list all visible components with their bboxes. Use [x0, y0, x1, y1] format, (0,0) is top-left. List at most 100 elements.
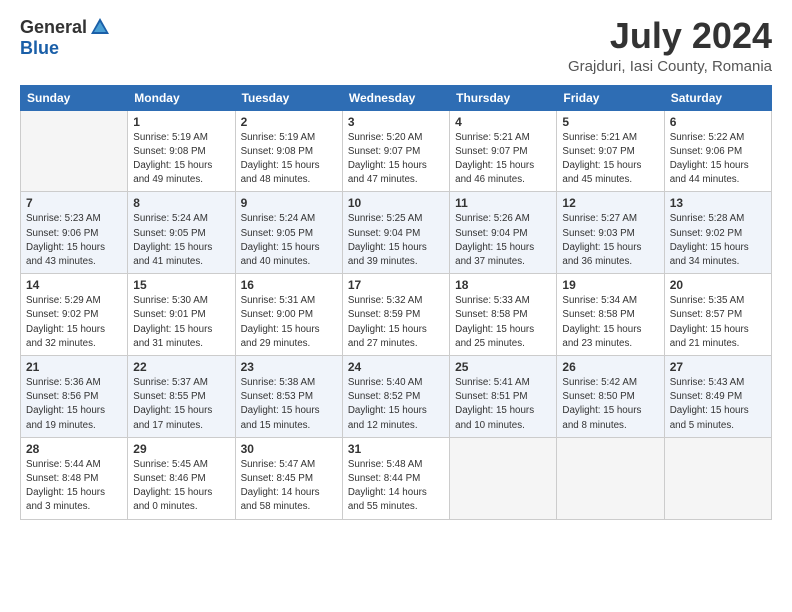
calendar-col-header-saturday: Saturday [664, 85, 771, 110]
day-info: Sunrise: 5:33 AM Sunset: 8:58 PM Dayligh… [455, 294, 551, 351]
day-number: 17 [348, 278, 444, 292]
calendar-col-header-monday: Monday [128, 85, 235, 110]
calendar-cell: 6 Sunrise: 5:22 AM Sunset: 9:06 PM Daylig… [664, 110, 771, 192]
calendar-cell: 17 Sunrise: 5:32 AM Sunset: 8:59 PM Dayli… [342, 274, 449, 356]
day-number: 12 [562, 196, 658, 210]
day-number: 22 [133, 360, 229, 374]
day-number: 30 [241, 442, 337, 456]
day-number: 4 [455, 115, 551, 129]
day-info: Sunrise: 5:24 AM Sunset: 9:05 PM Dayligh… [241, 212, 337, 269]
calendar-cell: 18 Sunrise: 5:33 AM Sunset: 8:58 PM Dayli… [450, 274, 557, 356]
page: General Blue July 2024 Grajduri, Iasi Co… [0, 0, 792, 612]
calendar-cell: 31 Sunrise: 5:48 AM Sunset: 8:44 PM Dayli… [342, 437, 449, 519]
calendar-table: SundayMondayTuesdayWednesdayThursdayFrid… [20, 85, 772, 520]
calendar-cell: 25 Sunrise: 5:41 AM Sunset: 8:51 PM Dayli… [450, 356, 557, 438]
day-number: 21 [26, 360, 122, 374]
month-year-title: July 2024 [568, 16, 772, 56]
title-section: July 2024 Grajduri, Iasi County, Romania [568, 16, 772, 75]
calendar-cell: 2 Sunrise: 5:19 AM Sunset: 9:08 PM Daylig… [235, 110, 342, 192]
calendar-week-row: 21 Sunrise: 5:36 AM Sunset: 8:56 PM Dayli… [21, 356, 772, 438]
calendar-cell: 29Sunrise: 5:45 AM Sunset: 8:46 PM Dayli… [128, 437, 235, 519]
day-info: Sunrise: 5:21 AM Sunset: 9:07 PM Dayligh… [562, 131, 658, 188]
day-info: Sunrise: 5:29 AM Sunset: 9:02 PM Dayligh… [26, 294, 122, 351]
day-info: Sunrise: 5:19 AM Sunset: 9:08 PM Dayligh… [133, 131, 229, 188]
day-number: 14 [26, 278, 122, 292]
day-number: 26 [562, 360, 658, 374]
day-info: Sunrise: 5:28 AM Sunset: 9:02 PM Dayligh… [670, 212, 766, 269]
calendar-week-row: 7 Sunrise: 5:23 AM Sunset: 9:06 PM Daylig… [21, 192, 772, 274]
day-number: 6 [670, 115, 766, 129]
day-number: 7 [26, 196, 122, 210]
calendar-week-row: 14 Sunrise: 5:29 AM Sunset: 9:02 PM Dayli… [21, 274, 772, 356]
day-info: Sunrise: 5:38 AM Sunset: 8:53 PM Dayligh… [241, 376, 337, 433]
calendar-week-row: 28Sunrise: 5:44 AM Sunset: 8:48 PM Dayli… [21, 437, 772, 519]
day-number: 3 [348, 115, 444, 129]
day-number: 13 [670, 196, 766, 210]
location-text: Grajduri, Iasi County, Romania [568, 58, 772, 75]
calendar-cell: 30 Sunrise: 5:47 AM Sunset: 8:45 PM Dayli… [235, 437, 342, 519]
calendar-cell: 15 Sunrise: 5:30 AM Sunset: 9:01 PM Dayli… [128, 274, 235, 356]
day-number: 24 [348, 360, 444, 374]
day-info: Sunrise: 5:34 AM Sunset: 8:58 PM Dayligh… [562, 294, 658, 351]
calendar-cell: 9 Sunrise: 5:24 AM Sunset: 9:05 PM Daylig… [235, 192, 342, 274]
day-info: Sunrise: 5:25 AM Sunset: 9:04 PM Dayligh… [348, 212, 444, 269]
day-info: Sunrise: 5:31 AM Sunset: 9:00 PM Dayligh… [241, 294, 337, 351]
calendar-col-header-thursday: Thursday [450, 85, 557, 110]
calendar-cell: 7 Sunrise: 5:23 AM Sunset: 9:06 PM Daylig… [21, 192, 128, 274]
day-number: 9 [241, 196, 337, 210]
day-number: 5 [562, 115, 658, 129]
calendar-cell: 11 Sunrise: 5:26 AM Sunset: 9:04 PM Dayli… [450, 192, 557, 274]
day-number: 31 [348, 442, 444, 456]
day-number: 1 [133, 115, 229, 129]
calendar-cell [450, 437, 557, 519]
day-number: 11 [455, 196, 551, 210]
logo: General Blue [20, 16, 111, 59]
calendar-cell: 1 Sunrise: 5:19 AM Sunset: 9:08 PM Daylig… [128, 110, 235, 192]
day-info: Sunrise: 5:47 AM Sunset: 8:45 PM Dayligh… [241, 458, 337, 515]
calendar-week-row: 1 Sunrise: 5:19 AM Sunset: 9:08 PM Daylig… [21, 110, 772, 192]
calendar-header-row: SundayMondayTuesdayWednesdayThursdayFrid… [21, 85, 772, 110]
logo-blue-text: Blue [20, 38, 59, 58]
day-number: 19 [562, 278, 658, 292]
day-info: Sunrise: 5:32 AM Sunset: 8:59 PM Dayligh… [348, 294, 444, 351]
calendar-cell: 13 Sunrise: 5:28 AM Sunset: 9:02 PM Dayli… [664, 192, 771, 274]
day-info: Sunrise: 5:26 AM Sunset: 9:04 PM Dayligh… [455, 212, 551, 269]
calendar-cell: 5 Sunrise: 5:21 AM Sunset: 9:07 PM Daylig… [557, 110, 664, 192]
calendar-cell: 16Sunrise: 5:31 AM Sunset: 9:00 PM Dayli… [235, 274, 342, 356]
day-number: 15 [133, 278, 229, 292]
day-info: Sunrise: 5:27 AM Sunset: 9:03 PM Dayligh… [562, 212, 658, 269]
day-info: Sunrise: 5:35 AM Sunset: 8:57 PM Dayligh… [670, 294, 766, 351]
logo-general-text: General [20, 17, 87, 38]
calendar-cell: 10Sunrise: 5:25 AM Sunset: 9:04 PM Dayli… [342, 192, 449, 274]
day-number: 27 [670, 360, 766, 374]
day-info: Sunrise: 5:22 AM Sunset: 9:06 PM Dayligh… [670, 131, 766, 188]
day-info: Sunrise: 5:48 AM Sunset: 8:44 PM Dayligh… [348, 458, 444, 515]
header: General Blue July 2024 Grajduri, Iasi Co… [20, 16, 772, 75]
calendar-col-header-friday: Friday [557, 85, 664, 110]
day-info: Sunrise: 5:41 AM Sunset: 8:51 PM Dayligh… [455, 376, 551, 433]
calendar-cell: 12 Sunrise: 5:27 AM Sunset: 9:03 PM Dayli… [557, 192, 664, 274]
day-number: 18 [455, 278, 551, 292]
day-info: Sunrise: 5:21 AM Sunset: 9:07 PM Dayligh… [455, 131, 551, 188]
day-info: Sunrise: 5:36 AM Sunset: 8:56 PM Dayligh… [26, 376, 122, 433]
day-info: Sunrise: 5:30 AM Sunset: 9:01 PM Dayligh… [133, 294, 229, 351]
day-number: 2 [241, 115, 337, 129]
day-info: Sunrise: 5:23 AM Sunset: 9:06 PM Dayligh… [26, 212, 122, 269]
calendar-cell: 26Sunrise: 5:42 AM Sunset: 8:50 PM Dayli… [557, 356, 664, 438]
day-info: Sunrise: 5:19 AM Sunset: 9:08 PM Dayligh… [241, 131, 337, 188]
day-number: 29 [133, 442, 229, 456]
calendar-cell: 23Sunrise: 5:38 AM Sunset: 8:53 PM Dayli… [235, 356, 342, 438]
calendar-cell: 21 Sunrise: 5:36 AM Sunset: 8:56 PM Dayli… [21, 356, 128, 438]
day-info: Sunrise: 5:43 AM Sunset: 8:49 PM Dayligh… [670, 376, 766, 433]
calendar-col-header-sunday: Sunday [21, 85, 128, 110]
day-info: Sunrise: 5:40 AM Sunset: 8:52 PM Dayligh… [348, 376, 444, 433]
day-number: 25 [455, 360, 551, 374]
calendar-cell: 20 Sunrise: 5:35 AM Sunset: 8:57 PM Dayli… [664, 274, 771, 356]
calendar-cell: 27 Sunrise: 5:43 AM Sunset: 8:49 PM Dayli… [664, 356, 771, 438]
calendar-cell: 28Sunrise: 5:44 AM Sunset: 8:48 PM Dayli… [21, 437, 128, 519]
calendar-cell: 22Sunrise: 5:37 AM Sunset: 8:55 PM Dayli… [128, 356, 235, 438]
calendar-cell: 19 Sunrise: 5:34 AM Sunset: 8:58 PM Dayli… [557, 274, 664, 356]
day-number: 20 [670, 278, 766, 292]
day-number: 8 [133, 196, 229, 210]
calendar-cell [21, 110, 128, 192]
